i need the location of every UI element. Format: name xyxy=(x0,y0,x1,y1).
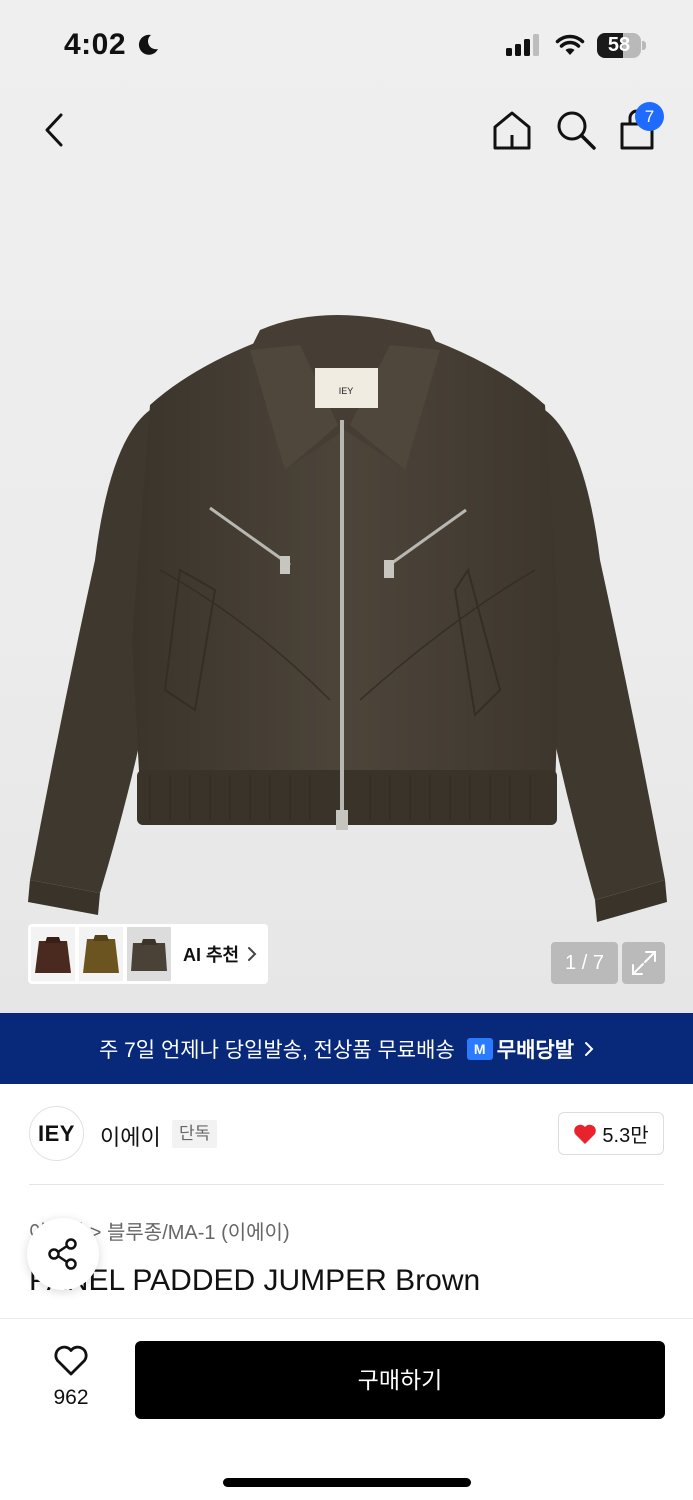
home-icon xyxy=(493,111,531,150)
chevron-right-icon xyxy=(248,947,257,961)
wishlist-count: 962 xyxy=(53,1386,89,1409)
bottom-action-bar: 962 구매하기 xyxy=(0,1318,693,1500)
promo-brand-badge: M xyxy=(466,1037,493,1060)
brand-logo[interactable]: IEY xyxy=(29,1106,84,1161)
image-page-counter: 1 / 7 xyxy=(551,942,618,984)
wishlist-button[interactable]: 962 xyxy=(38,1345,104,1410)
heart-outline-icon xyxy=(54,1345,88,1376)
jacket-label-text: IEY xyxy=(339,386,354,396)
ai-recommend-strip[interactable]: AI 추천 xyxy=(28,924,268,984)
back-button[interactable] xyxy=(34,108,74,152)
status-bar: 4:02 58 xyxy=(0,0,693,92)
search-button[interactable] xyxy=(554,108,598,152)
product-title: PANEL PADDED JUMPER Brown xyxy=(29,1264,481,1297)
heart-filled-icon xyxy=(574,1124,597,1144)
promo-brand-label: 무배당발 xyxy=(496,1038,575,1062)
buy-button[interactable]: 구매하기 xyxy=(135,1341,665,1419)
recommend-thumbnail[interactable] xyxy=(79,927,123,981)
battery-level: 58 xyxy=(607,34,631,56)
brand-like-button[interactable]: 5.3만 xyxy=(558,1112,664,1155)
battery-indicator: 58 xyxy=(597,33,647,58)
share-icon xyxy=(48,1238,77,1270)
chevron-left-icon xyxy=(45,113,63,147)
recommend-thumbnail[interactable] xyxy=(127,927,171,981)
cart-count-badge: 7 xyxy=(635,102,664,131)
share-button[interactable] xyxy=(27,1218,99,1290)
home-indicator xyxy=(223,1478,471,1487)
shipping-promo-banner[interactable]: 주 7일 언제나 당일발송, 전상품 무료배송 M 무배당발 xyxy=(0,1013,693,1084)
expand-image-button[interactable] xyxy=(622,942,665,984)
moon-icon xyxy=(138,34,158,55)
ai-recommend-label[interactable]: AI 추천 xyxy=(183,941,239,967)
expand-icon xyxy=(631,951,656,975)
search-icon xyxy=(557,111,596,150)
recommend-thumbnail[interactable] xyxy=(31,927,75,981)
cellular-signal-icon xyxy=(506,34,539,56)
status-time: 4:02 xyxy=(64,28,127,61)
wifi-icon xyxy=(555,34,585,55)
home-button[interactable] xyxy=(490,108,534,152)
brand-like-count: 5.3만 xyxy=(602,1125,649,1147)
divider xyxy=(29,1184,664,1185)
brand-name[interactable]: 이에이 xyxy=(100,1120,161,1152)
cart-button[interactable]: 7 xyxy=(617,102,665,152)
promo-text: 주 7일 언제나 당일발송, 전상품 무료배송 xyxy=(98,1038,455,1062)
chevron-right-icon xyxy=(585,1041,594,1056)
exclusive-tag: 단독 xyxy=(172,1120,218,1148)
